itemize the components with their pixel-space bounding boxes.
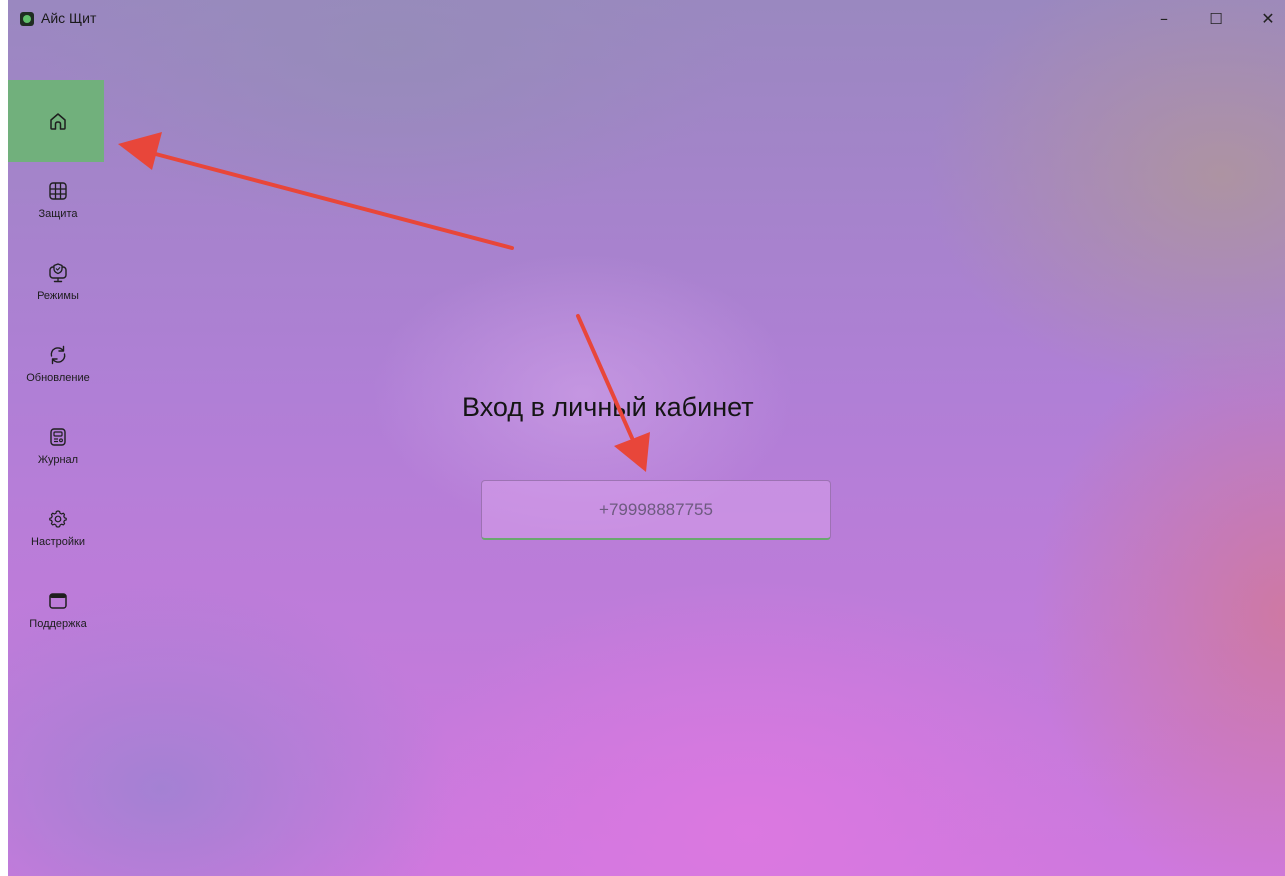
sidebar-item-label: Режимы <box>37 290 79 302</box>
home-icon <box>50 113 66 130</box>
page-title: Вход в личный кабинет <box>462 392 754 422</box>
sidebar-item-label: Настройки <box>31 536 85 548</box>
window-icon <box>49 593 67 609</box>
sidebar: Защита Режимы Обновление Журнал Настройк… <box>8 80 108 654</box>
window-title: Айс Щит <box>41 10 97 26</box>
sidebar-item-settings[interactable]: Настройки <box>8 490 108 572</box>
phone-input-container <box>481 480 831 540</box>
sidebar-item-label: Защита <box>38 208 78 220</box>
sidebar-item-support[interactable]: Поддержка <box>8 572 108 654</box>
monitor-shield-icon <box>49 263 67 283</box>
phone-input[interactable] <box>482 480 830 539</box>
sidebar-item-update[interactable]: Обновление <box>8 326 108 408</box>
close-button[interactable]: ✕ <box>1250 8 1285 30</box>
app-window: Айс Щит – ☐ ✕ Защита Режимы Обновление Ж… <box>8 0 1285 876</box>
app-logo-icon <box>20 12 34 26</box>
grid-icon <box>49 182 67 200</box>
sidebar-item-label: Поддержка <box>29 618 87 630</box>
title-bar: Айс Щит – ☐ ✕ <box>8 0 1285 36</box>
sidebar-item-modes[interactable]: Режимы <box>8 244 108 326</box>
sidebar-item-journal[interactable]: Журнал <box>8 408 108 490</box>
refresh-icon <box>50 345 66 365</box>
journal-icon <box>50 428 66 446</box>
sidebar-item-label: Журнал <box>37 454 79 466</box>
sidebar-item-protection[interactable]: Защита <box>8 162 108 244</box>
sidebar-item-label: Обновление <box>26 372 90 384</box>
minimize-button[interactable]: – <box>1146 8 1182 30</box>
gear-icon <box>49 510 67 528</box>
maximize-button[interactable]: ☐ <box>1198 8 1234 30</box>
sidebar-item-home[interactable] <box>8 80 108 162</box>
